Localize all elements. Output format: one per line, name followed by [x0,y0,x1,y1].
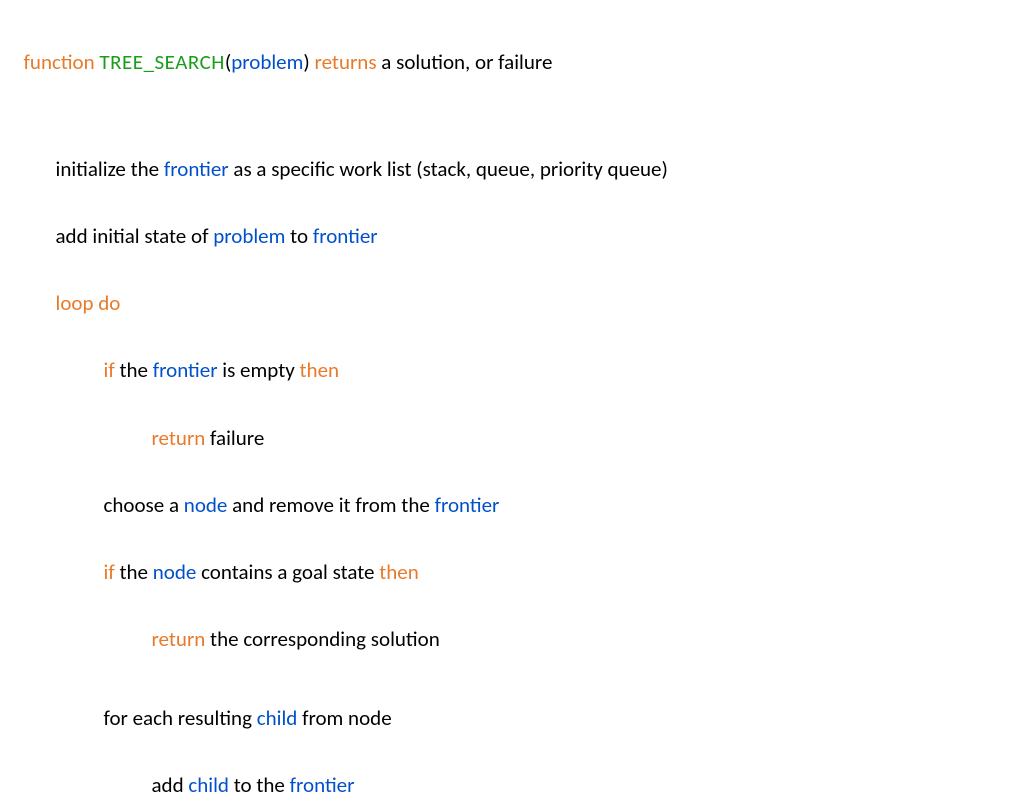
text: failure [205,425,264,451]
keyword-then: then [300,357,340,383]
text: add initial state of [56,223,214,249]
var-frontier: frontier [313,223,378,249]
rparen: ) [303,49,314,75]
keyword-return: return [152,425,206,451]
var-node: node [153,559,197,585]
text: initialize the [56,156,164,182]
blank-line [14,79,1010,119]
var-child: child [188,772,229,798]
text: and remove it from the [227,492,434,518]
text: to [285,223,312,249]
var-node: node [184,492,228,518]
text: add [152,772,189,798]
text: choose a [104,492,184,518]
text: the corresponding solution [205,626,439,652]
pseudocode-line: if the frontier is empty then [14,321,1010,388]
function-name: TREE_SEARCH [99,49,224,75]
text: as a specific work list (stack, queue, p… [229,156,668,182]
text: contains a goal state [196,559,379,585]
text: from node [302,705,392,731]
var-child: child [257,705,302,731]
var-frontier: frontier [153,357,218,383]
keyword-then: then [379,559,419,585]
text: to the [229,772,290,798]
pseudocode-line: add child to the frontier [14,736,1010,803]
pseudocode-line: choose a node and remove it from the fro… [14,455,1010,522]
pseudocode-line: return the corresponding solution [14,590,1010,657]
keyword-loop-do: loop do [56,290,121,316]
keyword-returns: returns [315,49,377,75]
text: the [115,357,153,383]
text: the [115,559,153,585]
keyword-if: if [104,559,115,585]
blank-line [14,657,1010,669]
pseudocode-signature: function TREE_SEARCH(problem) returns a … [14,12,1010,79]
pseudocode-line: loop do [14,254,1010,321]
keyword-return: return [152,626,206,652]
pseudocode-line: return failure [14,388,1010,455]
text: for each resulting [104,705,257,731]
keyword-function: function [24,49,100,75]
var-frontier: frontier [290,772,355,798]
var-frontier: frontier [435,492,500,518]
pseudocode-line: if the node contains a goal state then [14,522,1010,589]
keyword-if: if [104,357,115,383]
var-frontier: frontier [164,156,229,182]
pseudocode-line: for each resulting child from node [14,669,1010,736]
signature-tail: a solution, or failure [377,49,553,75]
pseudocode-line: add initial state of problem to frontier [14,186,1010,253]
pseudocode-line: initialize the frontier as a specific wo… [14,119,1010,186]
param-problem: problem [231,49,303,75]
var-problem: problem [213,223,285,249]
text: is empty [218,357,300,383]
